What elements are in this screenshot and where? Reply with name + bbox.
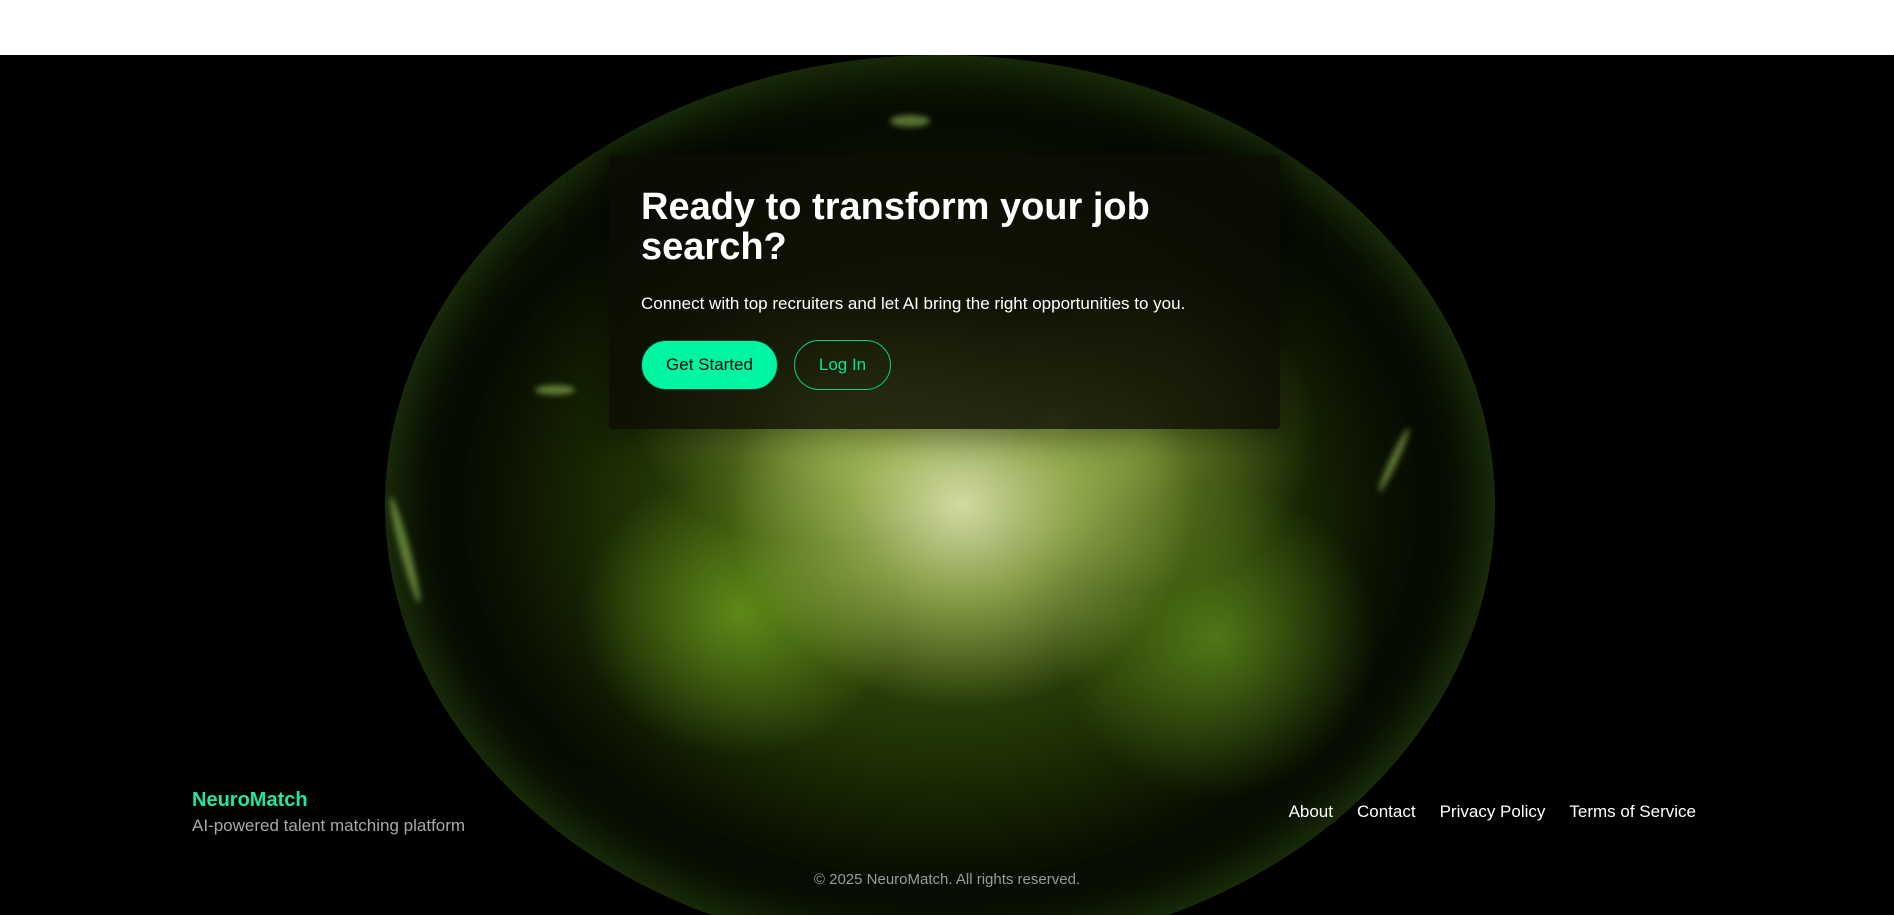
footer-brand: NeuroMatch AI-powered talent matching pl…: [192, 787, 465, 838]
light-streak: [535, 385, 575, 395]
footer-nav: About Contact Privacy Policy Terms of Se…: [1289, 800, 1696, 824]
light-streak: [890, 115, 930, 127]
footer-link-contact[interactable]: Contact: [1357, 800, 1416, 824]
top-bar: [0, 0, 1894, 55]
cta-card: Ready to transform your job search? Conn…: [609, 155, 1280, 429]
hero-section: Ready to transform your job search? Conn…: [0, 55, 1894, 915]
copyright-text: © 2025 NeuroMatch. All rights reserved.: [813, 871, 1081, 888]
footer-link-privacy-policy[interactable]: Privacy Policy: [1440, 800, 1546, 824]
footer-link-about[interactable]: About: [1289, 800, 1333, 824]
brand-name[interactable]: NeuroMatch: [192, 787, 465, 813]
cta-subtitle: Connect with top recruiters and let AI b…: [641, 294, 1186, 313]
cta-buttons: Get Started Log In: [641, 340, 1248, 390]
page: Ready to transform your job search? Conn…: [0, 0, 1894, 915]
get-started-button[interactable]: Get Started: [641, 340, 778, 390]
brand-tagline: AI-powered talent matching platform: [192, 816, 466, 835]
cta-title: Ready to transform your job search?: [641, 186, 1150, 268]
footer-link-terms-of-service[interactable]: Terms of Service: [1569, 800, 1696, 824]
log-in-button[interactable]: Log In: [794, 340, 891, 390]
